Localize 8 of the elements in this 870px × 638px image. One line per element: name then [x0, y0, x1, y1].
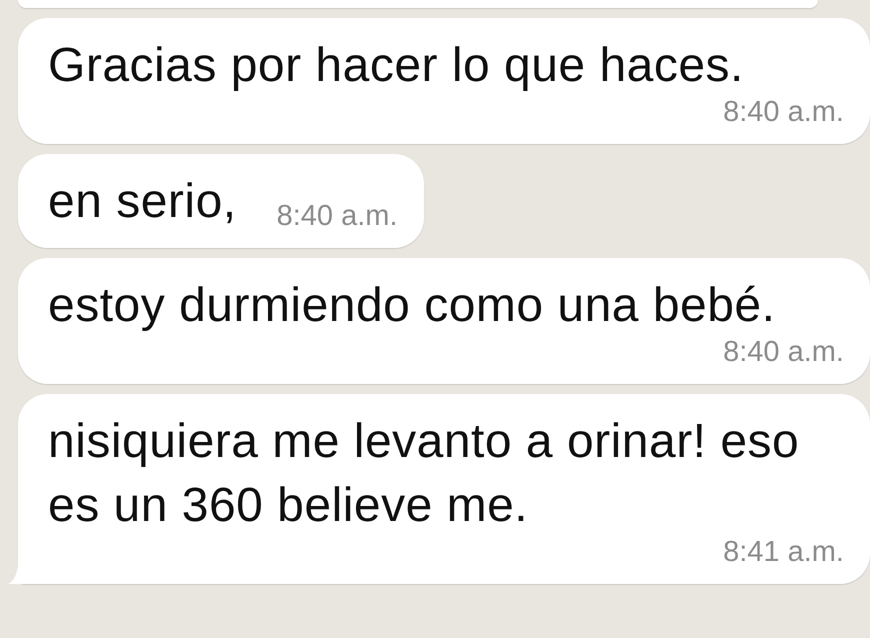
message-time: 8:40 a.m. — [722, 335, 844, 370]
message-time: 8:40 a.m. — [722, 95, 844, 130]
message-time: 8:41 a.m. — [722, 535, 844, 570]
message-time: 8:40 a.m. — [276, 199, 398, 234]
message-text: en serio, — [48, 174, 237, 230]
message-text: estoy durmiendo como una bebé. — [48, 278, 776, 334]
message-text: nisiquiera me levanto a orinar! eso es un 360 believe me. — [48, 414, 800, 534]
message-text: Gracias por hacer lo que haces. — [48, 38, 744, 94]
